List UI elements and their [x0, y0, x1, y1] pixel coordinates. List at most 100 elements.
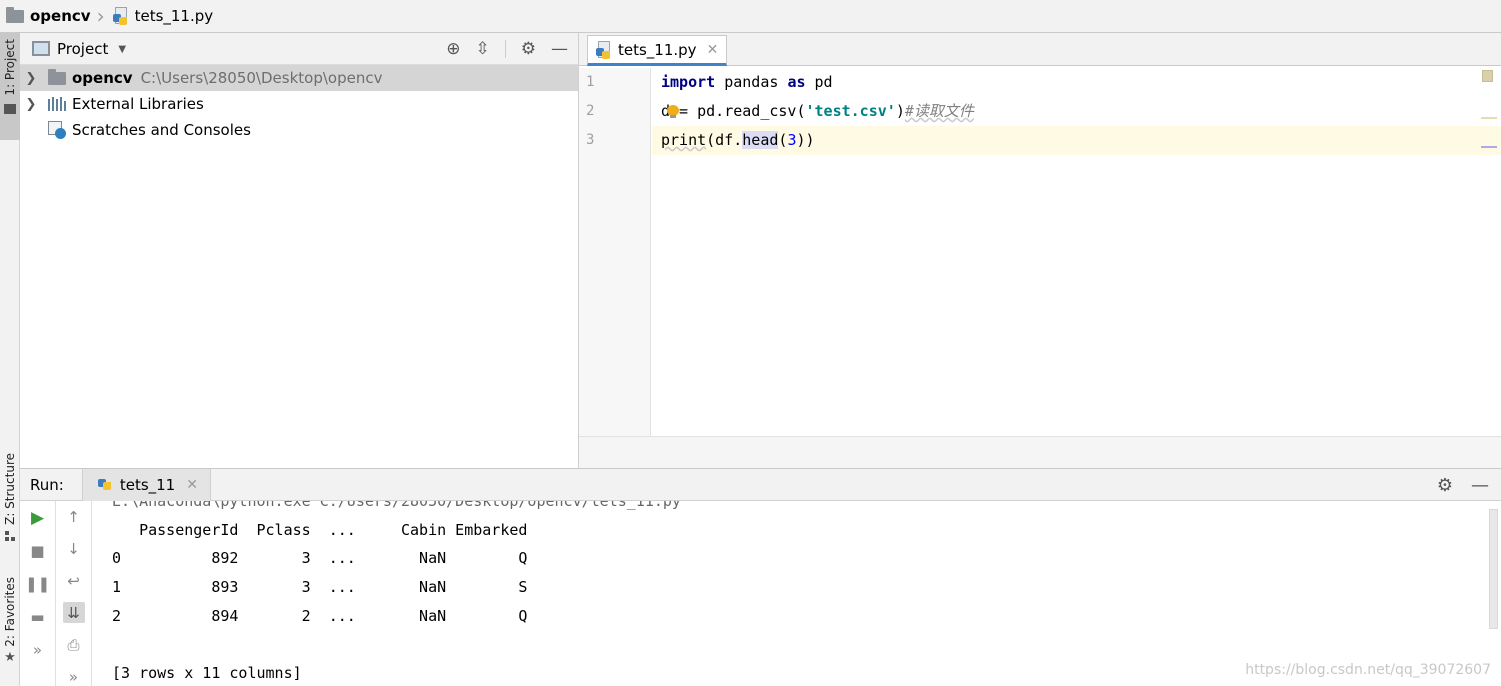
breadcrumb-file-label: tets_11.py: [134, 7, 214, 25]
watermark: https://blog.csdn.net/qq_39072607: [1245, 662, 1491, 678]
breadcrumb-project[interactable]: opencv: [6, 0, 91, 33]
structure-icon: [5, 530, 15, 541]
chevron-right-icon[interactable]: ❯: [24, 71, 38, 86]
code-line-2[interactable]: d = pd.read_csv('test.csv')#读取文件: [652, 97, 1501, 126]
stop-icon[interactable]: ■: [27, 540, 49, 562]
tab-favorites-tool[interactable]: 2: Favorites ★: [0, 577, 20, 672]
navigation-bar: opencv › tets_11.py: [0, 0, 1501, 33]
run-panel-tools: ⚙ —: [1437, 469, 1489, 501]
run-toolbar-primary: ▶ ■ ❚❚ ▬ »: [20, 501, 56, 686]
line-number: 3: [586, 132, 595, 148]
module-name: pandas: [715, 73, 788, 91]
error-stripe-mark[interactable]: [1481, 117, 1497, 119]
structure-tool-label: Z: Structure: [3, 453, 17, 525]
console-line: 0 892 3 ... NaN Q: [112, 549, 528, 568]
tab-structure-tool[interactable]: Z: Structure: [0, 453, 20, 548]
run-panel: Run: tets_11 ✕ ⚙ — ▶ ■ ❚❚ ▬ » ↑ ↓ ↩ ⇊ ⎙ …: [20, 468, 1501, 686]
chevron-down-icon[interactable]: ▼: [118, 44, 126, 55]
string-literal: test.csv: [814, 102, 887, 120]
console-output[interactable]: E:\Anaconda\python.exe C:/Users/28050/De…: [92, 501, 1477, 686]
string-quote: ': [805, 102, 815, 120]
folder-icon: [6, 6, 24, 23]
print-icon[interactable]: ⎙: [63, 634, 85, 655]
error-stripe-mark[interactable]: [1481, 146, 1497, 148]
minimize-icon[interactable]: —: [551, 39, 568, 59]
close-icon[interactable]: ✕: [707, 42, 719, 58]
line-number: 1: [586, 74, 595, 90]
scratches-icon: [48, 121, 66, 139]
scroll-to-end-icon[interactable]: ⇊: [62, 602, 85, 624]
folder-icon: [48, 68, 66, 85]
run-tab-label: tets_11: [119, 475, 176, 494]
string-quote: ': [886, 102, 896, 120]
code-text: (df.: [706, 131, 743, 149]
project-panel-tools: ⊕ ⇳ ⚙ —: [446, 39, 578, 59]
tree-item-external-libraries[interactable]: ❯ External Libraries: [20, 91, 578, 117]
editor-tab-tets-11[interactable]: tets_11.py ✕: [587, 35, 728, 66]
arrow-down-icon[interactable]: ↓: [63, 539, 85, 560]
keyword-import: import: [661, 73, 716, 91]
tree-item-path: C:\Users\28050\Desktop\opencv: [140, 69, 383, 87]
code-editor: tets_11.py ✕ 1 2 3 import pandas as pd d…: [578, 33, 1501, 468]
gear-icon[interactable]: ⚙: [1437, 475, 1453, 496]
editor-breadcrumb-bar: [579, 436, 1501, 468]
rerun-icon[interactable]: ▶: [27, 507, 49, 529]
left-tool-strip: 1: Project Z: Structure 2: Favorites ★: [0, 33, 20, 686]
close-icon[interactable]: ✕: [186, 477, 198, 493]
function-name: print: [661, 131, 707, 149]
arrow-up-icon[interactable]: ↑: [63, 507, 85, 528]
code-text: = pd.read_csv(: [670, 102, 806, 120]
minimize-icon[interactable]: —: [1471, 475, 1489, 496]
more-icon[interactable]: »: [27, 639, 49, 661]
gear-icon[interactable]: ⚙: [521, 39, 536, 59]
tab-project-tool[interactable]: 1: Project: [0, 33, 20, 140]
console-command-line: E:\Anaconda\python.exe C:/Users/28050/De…: [112, 501, 681, 510]
locate-icon[interactable]: ⊕: [446, 39, 460, 59]
tree-item-scratches[interactable]: Scratches and Consoles: [20, 117, 578, 143]
tree-item-label: opencv: [72, 69, 133, 87]
star-icon: ★: [4, 649, 16, 665]
breadcrumb-separator: ›: [96, 4, 105, 28]
line-number: 2: [586, 103, 595, 119]
console-line: 2 894 2 ... NaN Q: [112, 606, 528, 625]
chevron-right-icon[interactable]: ❯: [24, 97, 38, 112]
tree-item-opencv[interactable]: ❯ opencv C:\Users\28050\Desktop\opencv: [20, 65, 578, 91]
inspection-status-icon[interactable]: [1482, 70, 1493, 82]
restore-layout-icon[interactable]: ▬: [27, 606, 49, 628]
alias-name: pd: [805, 73, 833, 91]
project-view-selector[interactable]: Project: [57, 40, 108, 58]
console-line: PassengerId Pclass ... Cabin Embarked: [112, 520, 528, 539]
project-panel-header: Project ▼ ⊕ ⇳ ⚙ —: [20, 33, 578, 65]
run-toolbar-secondary: ↑ ↓ ↩ ⇊ ⎙ »: [56, 501, 92, 686]
method-name-part: ad: [760, 131, 779, 149]
lightbulb-icon[interactable]: [667, 104, 680, 119]
editor-tab-label: tets_11.py: [618, 40, 697, 59]
code-comment: #读取文件: [904, 102, 974, 120]
python-file-icon: [596, 40, 612, 59]
console-line: 1 893 3 ... NaN S: [112, 578, 528, 597]
breadcrumb-project-label: opencv: [30, 7, 91, 25]
toolbar-divider: [504, 39, 506, 58]
python-file-icon: [112, 7, 129, 25]
code-area[interactable]: import pandas as pd d = pd.read_csv('tes…: [652, 68, 1501, 155]
pause-icon[interactable]: ❚❚: [25, 573, 50, 595]
tree-item-label: External Libraries: [72, 95, 204, 113]
project-tool-label: 1: Project: [3, 39, 17, 96]
folder-icon: [4, 103, 16, 114]
breadcrumb-file[interactable]: tets_11.py: [112, 0, 214, 33]
code-line-1[interactable]: import pandas as pd: [652, 68, 1501, 97]
run-panel-label: Run:: [30, 475, 64, 494]
run-panel-header: Run: tets_11 ✕ ⚙ —: [20, 468, 1501, 501]
code-line-3[interactable]: print(df.head(3)): [652, 126, 1501, 155]
method-name-part: he: [742, 131, 761, 149]
collapse-icon[interactable]: ⇳: [476, 39, 490, 59]
tree-item-label: Scratches and Consoles: [72, 121, 251, 139]
editor-tab-bar: tets_11.py ✕: [579, 33, 1501, 66]
run-tab-tets-11[interactable]: tets_11 ✕: [81, 468, 211, 501]
favorites-tool-label: 2: Favorites: [3, 577, 17, 647]
project-panel: Project ▼ ⊕ ⇳ ⚙ — ❯ opencv C:\Users\2805…: [20, 33, 578, 468]
more-icon[interactable]: »: [63, 666, 85, 686]
soft-wrap-icon[interactable]: ↩: [63, 571, 85, 592]
console-scrollbar[interactable]: [1489, 509, 1498, 629]
